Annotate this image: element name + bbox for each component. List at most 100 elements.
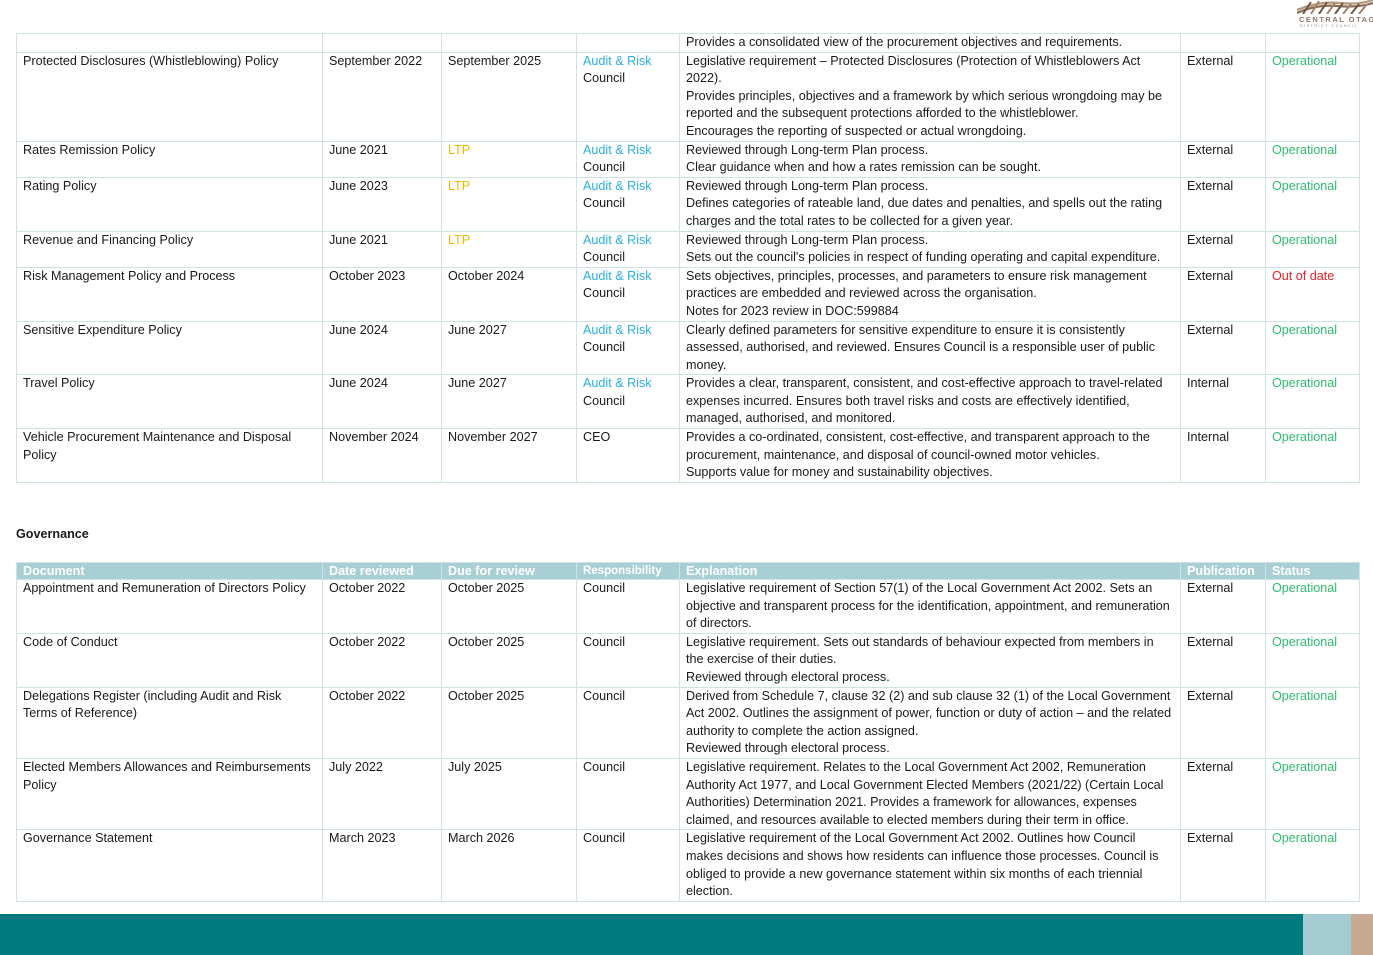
explanation-line: Reviewed through Long-term Plan process. bbox=[686, 232, 929, 247]
cell-responsibility: Audit & Risk Council bbox=[576, 320, 680, 376]
cell-publication: External bbox=[1180, 757, 1266, 831]
table-row: Delegations Register (including Audit an… bbox=[16, 686, 1360, 759]
table-row: Rating Policy June 2023 LTP Audit & Risk Cou… bbox=[16, 176, 1360, 232]
cell-responsibility: Audit & Risk Council bbox=[576, 140, 680, 178]
cell-document: Vehicle Procurement Maintenance and Disp… bbox=[16, 428, 323, 483]
responsibility-primary: Audit & Risk bbox=[583, 376, 652, 391]
footer-accent-light bbox=[1303, 914, 1351, 955]
cell-due-for-review: July 2025 bbox=[441, 757, 577, 831]
responsibility-primary: Audit & Risk bbox=[583, 142, 652, 157]
cell-status: Operational bbox=[1265, 757, 1360, 831]
cell-responsibility: Audit & Risk Council bbox=[576, 176, 680, 232]
explanation-line: Sets out the council's policies in respe… bbox=[686, 250, 1161, 265]
cell-document: Rates Remission Policy bbox=[16, 140, 323, 178]
cell-publication: External bbox=[1180, 266, 1266, 322]
cell-responsibility: Council bbox=[576, 757, 680, 831]
table-row: Governance Statement March 2023 March 2026… bbox=[16, 829, 1360, 902]
footer-accent-tan bbox=[1351, 914, 1373, 955]
cell-responsibility: Council bbox=[576, 632, 680, 688]
cell-status: Operational bbox=[1265, 686, 1360, 759]
cell-due-for-review: October 2024 bbox=[441, 266, 577, 322]
cell-explanation: Legislative requirement – Protected Disc… bbox=[679, 51, 1181, 142]
cell-publication: Internal bbox=[1180, 428, 1266, 483]
cell-responsibility: Audit & Risk Council bbox=[576, 51, 680, 142]
explanation-line: Legislative requirement. Relates to the … bbox=[686, 759, 1164, 827]
explanation-line: Legislative requirement of Section 57(1)… bbox=[686, 581, 1170, 631]
cell-date-reviewed: June 2024 bbox=[322, 374, 442, 430]
cell-due-for-review bbox=[441, 33, 577, 53]
cell-document bbox=[16, 33, 323, 53]
cell-explanation: Reviewed through Long-term Plan process.… bbox=[679, 176, 1181, 232]
header-document: Document bbox=[16, 562, 323, 580]
council-logo: CENTRAL OTAGO DISTRICT COUNCIL bbox=[1297, 0, 1373, 30]
cell-responsibility: Council bbox=[576, 829, 680, 902]
explanation-line: Notes for 2023 review in DOC:599884 bbox=[686, 303, 899, 318]
cell-publication: External bbox=[1180, 829, 1266, 902]
responsibility-secondary: Council bbox=[583, 196, 625, 211]
explanation-line: Legislative requirement of the Local Gov… bbox=[686, 831, 1159, 899]
explanation-line: Legislative requirement. Sets out standa… bbox=[686, 634, 1154, 667]
explanation-line: Encourages the reporting of suspected or… bbox=[686, 123, 1027, 138]
cell-publication: External bbox=[1180, 686, 1266, 759]
cell-due-for-review: October 2025 bbox=[441, 686, 577, 759]
cell-status: Operational bbox=[1265, 230, 1360, 268]
logo-stripes-icon bbox=[1297, 0, 1373, 14]
explanation-line: Provides a clear, transparent, consisten… bbox=[686, 376, 1163, 426]
explanation-line: Legislative requirement – Protected Disc… bbox=[686, 53, 1141, 86]
cell-date-reviewed: June 2023 bbox=[322, 176, 442, 232]
cell-responsibility: Council bbox=[576, 686, 680, 759]
cell-document: Risk Management Policy and Process bbox=[16, 266, 323, 322]
cell-due-for-review: June 2027 bbox=[441, 374, 577, 430]
cell-date-reviewed bbox=[322, 33, 442, 53]
cell-publication: External bbox=[1180, 140, 1266, 178]
cell-date-reviewed: October 2023 bbox=[322, 266, 442, 322]
cell-document: Appointment and Remuneration of Director… bbox=[16, 579, 323, 634]
cell-date-reviewed: October 2022 bbox=[322, 686, 442, 759]
cell-publication: External bbox=[1180, 230, 1266, 268]
explanation-line: Reviewed through Long-term Plan process. bbox=[686, 178, 929, 193]
cell-status: Operational bbox=[1265, 374, 1360, 430]
cell-document: Elected Members Allowances and Reimburse… bbox=[16, 757, 323, 831]
cell-status: Operational bbox=[1265, 176, 1360, 232]
table-row: Rates Remission Policy June 2021 LTP Audit … bbox=[16, 140, 1360, 178]
cell-publication: External bbox=[1180, 579, 1266, 634]
explanation-line: Reviewed through electoral process. bbox=[686, 669, 890, 684]
cell-document: Travel Policy bbox=[16, 374, 323, 430]
cell-explanation: Reviewed through Long-term Plan process.… bbox=[679, 140, 1181, 178]
cell-publication: External bbox=[1180, 632, 1266, 688]
explanation-line: Defines categories of rateable land, due… bbox=[686, 196, 1163, 228]
cell-responsibility: Council bbox=[576, 579, 680, 634]
explanation-line: Reviewed through electoral process. bbox=[686, 741, 890, 756]
cell-status: Operational bbox=[1265, 829, 1360, 902]
logo-sub-text: DISTRICT COUNCIL bbox=[1300, 24, 1359, 28]
cell-document: Revenue and Financing Policy bbox=[16, 230, 323, 268]
cell-status: Operational bbox=[1265, 51, 1360, 142]
cell-explanation: Sets objectives, principles, processes, … bbox=[679, 266, 1181, 322]
cell-date-reviewed: October 2022 bbox=[322, 632, 442, 688]
explanation-line: Clearly defined parameters for sensitive… bbox=[686, 322, 1156, 372]
cell-due-for-review: LTP bbox=[441, 176, 577, 232]
cell-document: Delegations Register (including Audit an… bbox=[16, 686, 323, 759]
responsibility-primary: Audit & Risk bbox=[583, 53, 652, 68]
table-row: Appointment and Remuneration of Director… bbox=[16, 579, 1360, 634]
explanation-line: Provides a co-ordinated, consistent, cos… bbox=[686, 430, 1150, 462]
cell-publication: External bbox=[1180, 51, 1266, 142]
cell-date-reviewed: June 2021 bbox=[322, 140, 442, 178]
cell-explanation: Derived from Schedule 7, clause 32 (2) a… bbox=[679, 686, 1181, 759]
cell-responsibility bbox=[576, 33, 680, 53]
cell-responsibility: Audit & Risk Council bbox=[576, 266, 680, 322]
cell-explanation: Legislative requirement of Section 57(1)… bbox=[679, 579, 1181, 634]
governance-table: Document Date reviewed Due for review Re… bbox=[16, 562, 1360, 902]
table-row: Code of Conduct October 2022 October 2025 C… bbox=[16, 632, 1360, 688]
cell-explanation: Legislative requirement. Relates to the … bbox=[679, 757, 1181, 831]
table-row: Sensitive Expenditure Policy June 2024 Jun… bbox=[16, 320, 1360, 376]
table-row: Elected Members Allowances and Reimburse… bbox=[16, 757, 1360, 831]
policy-table-continued: Provides a consolidated view of the proc… bbox=[16, 33, 1360, 483]
cell-status: Operational bbox=[1265, 632, 1360, 688]
responsibility-primary: CEO bbox=[583, 430, 611, 445]
explanation-line: Provides principles, objectives and a fr… bbox=[686, 88, 1162, 121]
cell-status: Operational bbox=[1265, 140, 1360, 178]
cell-date-reviewed: March 2023 bbox=[322, 829, 442, 902]
cell-due-for-review: March 2026 bbox=[441, 829, 577, 902]
cell-publication bbox=[1180, 33, 1266, 53]
